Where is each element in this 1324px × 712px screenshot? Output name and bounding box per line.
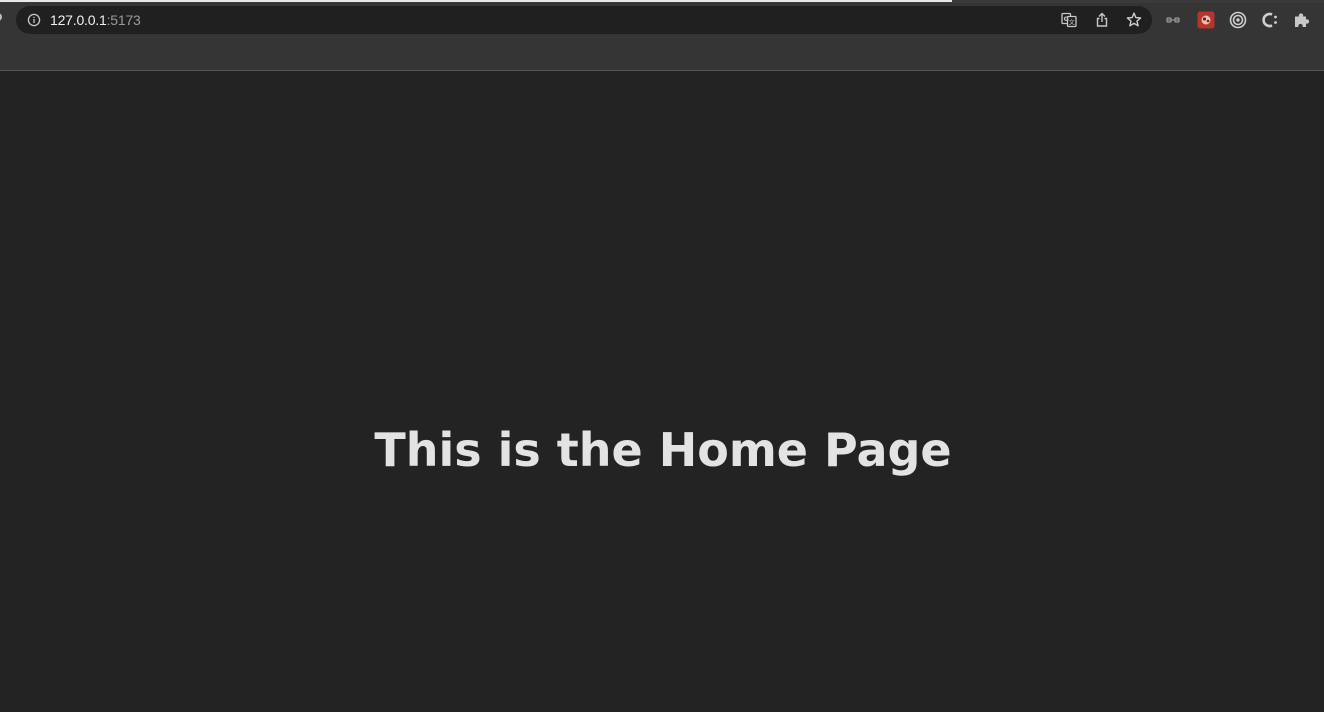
active-tab-edge xyxy=(0,0,952,2)
url-port: :5173 xyxy=(106,12,141,28)
browser-toolbar: 127.0.0.1:5173 G 文 xyxy=(0,0,1324,71)
address-bar[interactable]: 127.0.0.1:5173 G 文 xyxy=(16,6,1152,34)
window-edge-handle xyxy=(0,13,2,21)
bookmark-star-icon[interactable] xyxy=(1125,11,1143,29)
extension-red-icon[interactable] xyxy=(1196,10,1216,30)
extensions-puzzle-icon[interactable] xyxy=(1292,10,1312,30)
page-title: This is the Home Page xyxy=(374,423,952,477)
extension-c-icon[interactable] xyxy=(1260,10,1280,30)
extension-link-icon[interactable] xyxy=(1163,10,1183,30)
translate-icon[interactable]: G 文 xyxy=(1060,11,1078,29)
page-content: This is the Home Page xyxy=(0,71,1324,712)
tab-strip-edge xyxy=(0,0,1324,3)
share-icon[interactable] xyxy=(1093,11,1111,29)
url-text[interactable]: 127.0.0.1:5173 xyxy=(50,6,141,34)
browser-window: 127.0.0.1:5173 G 文 This is the Home Page xyxy=(0,0,1324,712)
url-host: 127.0.0.1 xyxy=(50,12,107,28)
extension-target-icon[interactable] xyxy=(1228,10,1248,30)
info-icon[interactable] xyxy=(27,13,41,27)
svg-text:文: 文 xyxy=(1069,19,1075,27)
